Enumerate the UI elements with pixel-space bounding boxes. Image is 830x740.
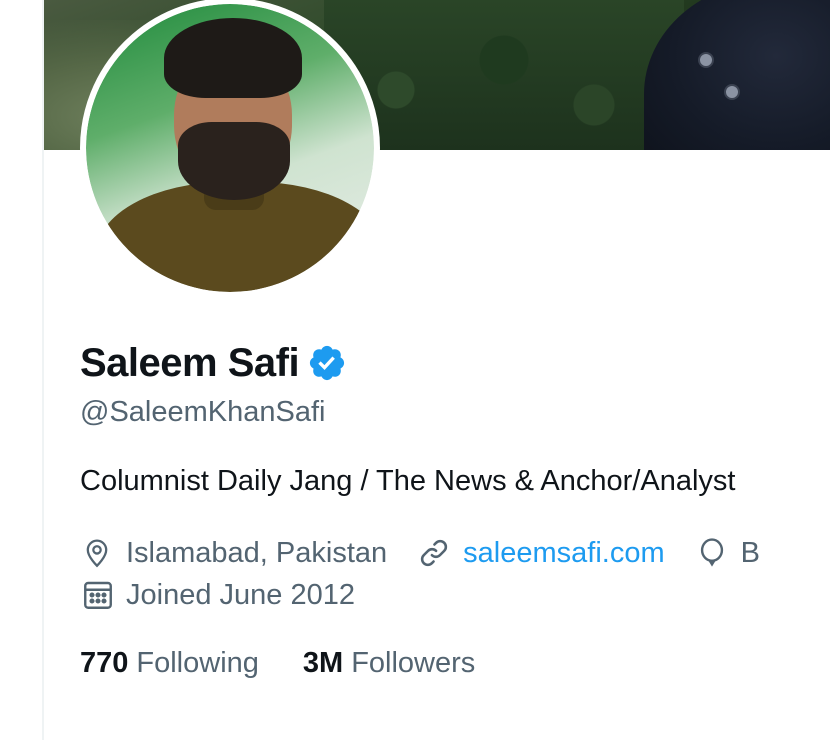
profile-name-row: Saleem Safi xyxy=(80,338,347,388)
avatar-photo xyxy=(86,4,374,292)
birthday-text: B xyxy=(740,537,760,569)
following-link[interactable]: 770 Following xyxy=(80,643,259,683)
profile-bio: Columnist Daily Jang / The News & Anchor… xyxy=(80,465,736,497)
following-count: 770 xyxy=(80,647,129,679)
following-label: Following xyxy=(136,647,259,679)
balloon-icon xyxy=(700,538,723,567)
profile-stats: 770 Following 3M Followers xyxy=(80,643,519,683)
calendar-icon xyxy=(84,581,112,609)
followers-count: 3M xyxy=(302,647,344,679)
profile-meta-row: Islamabad, Pakistan saleemsafi.com B xyxy=(80,533,790,573)
profile-birthday: B xyxy=(695,533,760,573)
profile-handle: @SaleemKhanSafi xyxy=(80,396,326,428)
joined-text: Joined June 2012 xyxy=(126,579,355,611)
location-pin-icon xyxy=(86,539,108,568)
profile-display-name: Saleem Safi xyxy=(80,341,300,385)
location-text: Islamabad, Pakistan xyxy=(126,537,388,569)
followers-link[interactable]: 3M Followers xyxy=(303,643,475,683)
profile-location: Islamabad, Pakistan xyxy=(80,533,387,573)
website-link[interactable]: saleemsafi.com xyxy=(463,533,664,573)
profile-joined-row: Joined June 2012 xyxy=(80,575,355,615)
link-icon xyxy=(421,539,448,567)
profile-avatar[interactable] xyxy=(80,0,380,298)
followers-label: Followers xyxy=(351,647,476,679)
profile-website[interactable]: saleemsafi.com xyxy=(417,533,665,573)
verified-badge-icon[interactable] xyxy=(307,343,347,383)
